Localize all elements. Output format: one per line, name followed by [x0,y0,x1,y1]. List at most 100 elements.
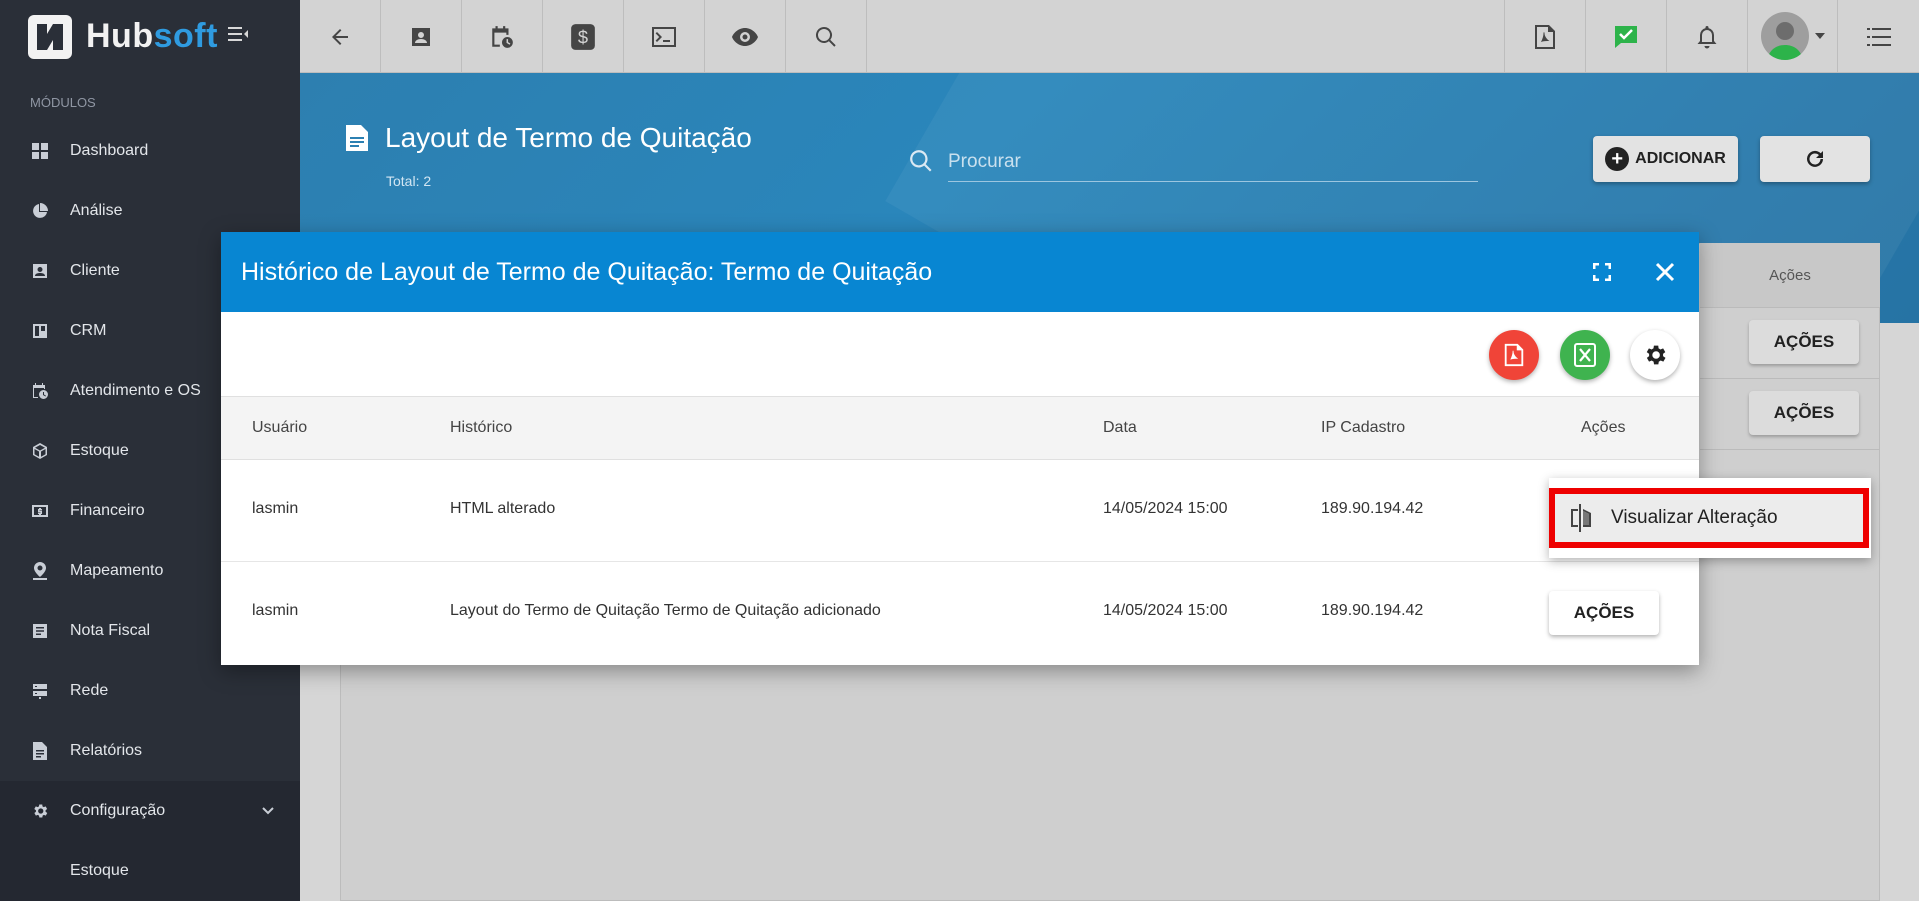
refresh-button[interactable] [1760,136,1870,182]
pdf-button[interactable] [1505,0,1586,73]
sidebar-subitem-label: Estoque [70,862,129,879]
table-row: lasmin HTML alterado 14/05/2024 15:00 18… [221,460,1699,562]
column-header-history[interactable]: Histórico [450,419,512,437]
column-header-actions: Ações [1581,419,1626,436]
excel-icon [1574,343,1596,367]
collapse-menu-icon[interactable] [227,26,248,47]
background-actions-header: Ações [1700,243,1880,307]
page-header: Layout de Termo de Quitação [345,122,752,154]
view-button[interactable] [705,0,786,73]
search-icon [910,150,932,172]
sidebar-item-dashboard[interactable]: Dashboard [0,121,300,181]
sidebar-item-label: Mapeamento [70,562,164,579]
avatar [1760,12,1809,60]
close-button[interactable] [1645,252,1685,292]
schedule-button[interactable] [462,0,543,73]
background-actions-button[interactable]: AÇÕES [1749,320,1859,364]
sidebar-item-label: Relatórios [70,742,143,759]
sidebar-item-relatorios[interactable]: Relatórios [0,721,300,781]
brand-name: Hubsoft [86,17,218,55]
table-header: Usuário Histórico Data IP Cadastro Ações [221,397,1699,460]
calendar-clock-icon [492,25,513,48]
pdf-icon [1504,343,1524,367]
export-pdf-button[interactable] [1489,330,1539,380]
dollar-icon: $ [571,23,595,50]
modal-title: Histórico de Layout de Termo de Quitação… [241,257,933,286]
row-ip: 189.90.194.42 [1321,602,1424,619]
column-header-ip[interactable]: IP Cadastro [1321,419,1405,437]
board-icon [30,321,50,341]
chevron-down-icon [1814,33,1825,39]
page-total: Total: 2 [386,173,432,189]
sidebar-subitem-estoque[interactable]: Estoque [0,841,300,901]
export-excel-button[interactable] [1560,330,1610,380]
divider [1700,449,1880,450]
user-menu[interactable] [1748,0,1838,72]
sidebar-item-label: Nota Fiscal [70,622,151,639]
search-icon [815,26,836,47]
row-user: lasmin [252,602,299,619]
sidebar-item-label: Análise [70,202,123,219]
tasks-button[interactable] [1586,0,1667,73]
fullscreen-button[interactable] [1582,252,1622,292]
row-date: 14/05/2024 15:00 [1103,500,1228,517]
sidebar-item-label: Rede [70,682,109,699]
page-title: Layout de Termo de Quitação [385,122,752,153]
add-button[interactable]: + ADICIONAR [1593,136,1738,182]
sidebar-item-rede[interactable]: Rede [0,661,300,721]
pie-chart-icon [30,201,50,221]
modal-header: Histórico de Layout de Termo de Quitação… [221,232,1699,312]
row-ip: 189.90.194.42 [1321,500,1424,517]
back-button[interactable] [300,0,381,73]
server-icon [30,681,50,701]
gear-icon [30,801,50,821]
row-actions-button[interactable]: AÇÕES [1549,591,1659,635]
contact-card-icon [412,27,430,46]
brand[interactable]: Hubsoft [0,0,300,73]
divider [1700,378,1880,379]
search-input[interactable] [948,142,1478,182]
document-icon [346,125,368,151]
sidebar-item-label: Dashboard [70,142,149,159]
sidebar-item-label: Estoque [70,442,129,459]
plus-circle-icon: + [1605,147,1630,171]
chevron-down-icon [262,802,274,820]
terminal-button[interactable] [624,0,705,73]
column-header-user[interactable]: Usuário [252,419,307,437]
financial-button[interactable]: $ [543,0,624,73]
box-icon [30,441,50,461]
notifications-button[interactable] [1667,0,1748,73]
pdf-icon [1535,24,1555,49]
add-button-label: ADICIONAR [1635,150,1726,167]
arrow-left-icon [332,28,348,45]
search-button[interactable] [786,0,867,73]
dashboard-icon [30,141,50,161]
row-history: Layout do Termo de Quitação Termo de Qui… [450,602,881,619]
settings-button[interactable] [1630,330,1680,380]
sidebar-item-configuracao[interactable]: Configuração [0,781,300,841]
contact-card-icon [30,261,50,281]
background-actions-button[interactable]: AÇÕES [1749,391,1859,435]
terminal-icon [652,26,676,47]
sidebar-item-label: Atendimento e OS [70,382,201,399]
view-change-menu-item[interactable]: Visualizar Alteração [1549,488,1869,548]
modules-label: MÓDULOS [30,95,96,110]
eye-icon [732,27,758,46]
chat-check-icon [1615,25,1637,48]
hubsoft-logo-icon [28,14,72,59]
close-icon [1655,262,1675,282]
actions-dropdown: Visualizar Alteração [1549,478,1871,558]
gear-icon [1646,345,1666,365]
client-button[interactable] [381,0,462,73]
column-header-date[interactable]: Data [1103,419,1137,437]
fullscreen-icon [1593,263,1611,281]
row-history: HTML alterado [450,500,556,517]
row-date: 14/05/2024 15:00 [1103,602,1228,619]
money-icon [30,501,50,521]
sidebar-item-label: Cliente [70,262,120,279]
refresh-icon [1807,150,1823,167]
list-menu-button[interactable] [1838,0,1919,73]
modal-toolbar [221,312,1699,397]
sidebar-item-label: Financeiro [70,502,145,519]
search-bar [908,142,1478,182]
